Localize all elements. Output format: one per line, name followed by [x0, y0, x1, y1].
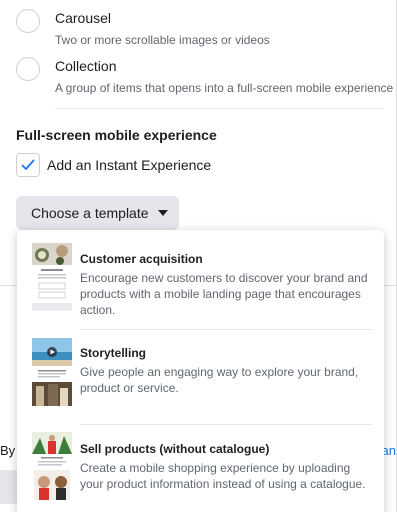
- sell-products-thumbnail: [32, 432, 72, 500]
- section-divider: [55, 108, 384, 109]
- template-option-sell-products[interactable]: Sell products (without catalogue) Create…: [17, 426, 384, 512]
- instant-experience-checkbox[interactable]: [16, 153, 40, 177]
- caret-down-icon: [157, 210, 168, 216]
- collection-radio[interactable]: [16, 57, 40, 81]
- customer-acquisition-description: Encourage new customers to discover your…: [80, 271, 368, 317]
- storytelling-title: Storytelling: [80, 346, 147, 360]
- collection-title: Collection: [55, 58, 117, 74]
- instant-experience-label: Add an Instant Experience: [47, 157, 212, 173]
- choose-template-button[interactable]: Choose a template: [16, 196, 179, 230]
- carousel-radio[interactable]: [16, 9, 40, 33]
- customer-acquisition-title: Customer acquisition: [80, 252, 203, 266]
- fullscreen-section-title: Full-screen mobile experience: [16, 127, 217, 143]
- storytelling-description: Give people an engaging way to explore y…: [80, 365, 359, 395]
- carousel-title: Carousel: [55, 10, 112, 26]
- sell-products-description: Create a mobile shopping experience by u…: [80, 461, 366, 491]
- format-option-carousel[interactable]: Carousel Two or more scrollable images o…: [16, 9, 270, 48]
- choose-template-label: Choose a template: [31, 205, 149, 221]
- carousel-subtitle: Two or more scrollable images or videos: [55, 33, 270, 47]
- option-divider: [80, 424, 372, 425]
- template-dropdown: Customer acquisition Encourage new custo…: [17, 230, 384, 512]
- collection-subtitle: A group of items that opens into a full-…: [55, 81, 394, 95]
- format-option-collection[interactable]: Collection A group of items that opens i…: [16, 57, 393, 96]
- background-text-left: By: [0, 443, 16, 458]
- customer-acquisition-thumbnail: [32, 243, 72, 311]
- storytelling-thumbnail: [32, 338, 72, 406]
- instant-experience-option[interactable]: Add an Instant Experience: [16, 153, 211, 177]
- sell-products-title: Sell products (without catalogue): [80, 442, 270, 456]
- template-option-customer-acquisition[interactable]: Customer acquisition Encourage new custo…: [17, 230, 384, 324]
- template-option-storytelling[interactable]: Storytelling Give people an engaging way…: [17, 330, 384, 424]
- checkmark-icon: [21, 159, 35, 170]
